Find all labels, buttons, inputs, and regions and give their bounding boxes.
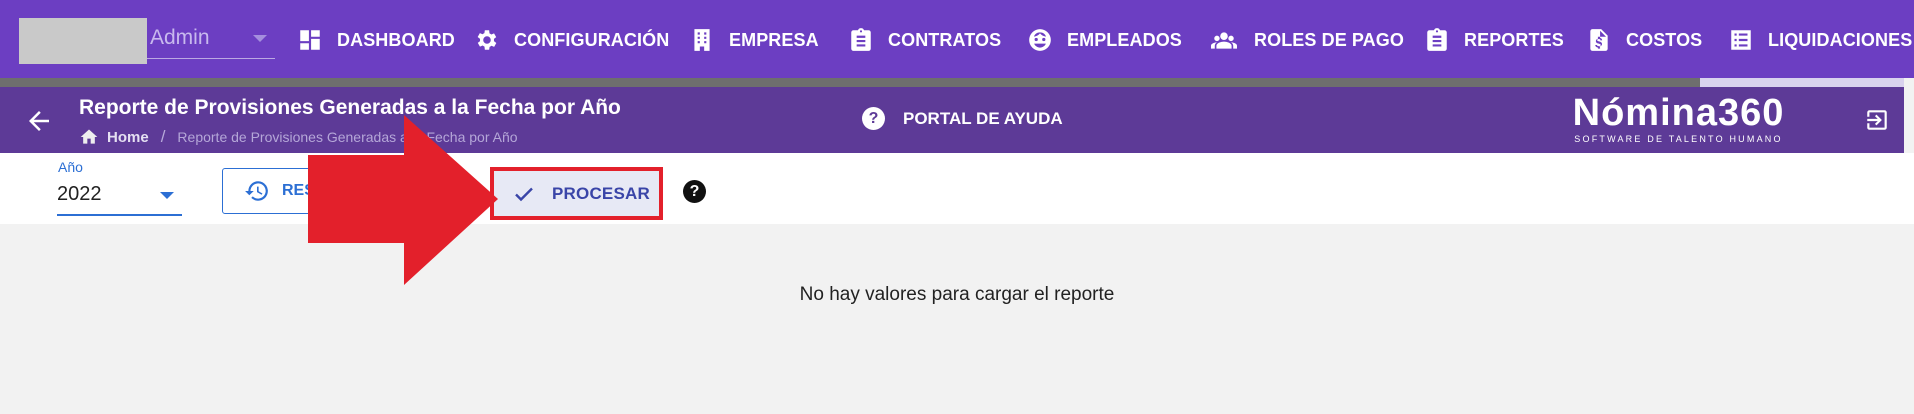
clipboard-icon — [851, 28, 871, 51]
nav-item-label: COSTOS — [1626, 29, 1703, 50]
top-navigation: Admin DASHBOARD CONFIGURACIÓN EMPRESA CO… — [0, 0, 1914, 78]
history-icon — [245, 181, 268, 201]
nav-item-roles-de-pago[interactable]: ROLES DE PAGO — [1208, 20, 1404, 60]
year-select-label: Año — [58, 159, 83, 175]
caret-down-icon — [253, 35, 267, 42]
help-portal-label: PORTAL DE AYUDA — [903, 108, 1063, 128]
process-button[interactable]: PROCESAR — [494, 171, 659, 216]
help-icon[interactable]: ? — [683, 180, 706, 203]
breadcrumb-home-link[interactable]: Home — [107, 129, 149, 146]
dashboard-icon — [300, 30, 320, 50]
nav-item-label: ROLES DE PAGO — [1254, 29, 1404, 50]
company-logo-placeholder — [19, 18, 147, 64]
nav-item-contratos[interactable]: CONTRATOS — [848, 20, 1001, 60]
home-icon — [80, 129, 98, 144]
annotation-arrow-icon — [308, 115, 498, 285]
company-select-value: Admin — [150, 26, 210, 49]
nav-item-reportes[interactable]: REPORTES — [1424, 20, 1564, 60]
nav-item-empleados[interactable]: EMPLEADOS — [1027, 20, 1182, 60]
nav-item-empresa[interactable]: EMPRESA — [689, 20, 819, 60]
nav-item-label: EMPRESA — [729, 29, 819, 50]
nav-item-label: DASHBOARD — [337, 29, 455, 50]
nav-item-label: CONTRATOS — [888, 29, 1002, 50]
nav-item-label: EMPLEADOS — [1067, 29, 1182, 50]
people-icon — [1211, 32, 1237, 49]
face-icon — [1029, 29, 1051, 51]
gear-icon — [477, 30, 497, 50]
company-select[interactable]: Admin — [147, 18, 275, 59]
logout-icon — [1867, 110, 1887, 130]
page-header: Reporte de Provisiones Generadas a la Fe… — [0, 87, 1904, 153]
question-circle-icon: ? — [862, 107, 885, 130]
help-portal-link[interactable]: ? PORTAL DE AYUDA — [862, 107, 1063, 130]
empty-report-message: No hay valores para cargar el reporte — [799, 284, 1115, 305]
nav-active-indicator — [1700, 78, 1904, 87]
year-select-value: 2022 — [57, 183, 102, 205]
check-icon — [515, 187, 533, 201]
nav-item-liquidaciones[interactable]: LIQUIDACIONES — [1728, 20, 1912, 60]
list-icon — [1731, 30, 1751, 50]
reset-button[interactable]: RES — [222, 168, 322, 214]
report-toolbar: Año 2022 RES PROCESAR ? — [0, 153, 1914, 224]
building-icon — [694, 29, 710, 51]
breadcrumb-separator: / — [160, 127, 166, 146]
nav-item-configuracion[interactable]: CONFIGURACIÓN — [474, 20, 669, 60]
process-button-label: PROCESAR — [552, 183, 650, 203]
back-button[interactable] — [24, 106, 54, 136]
nav-active-indicator-bar — [0, 78, 1904, 87]
nav-indicator-track — [0, 78, 1700, 87]
nav-item-label: CONFIGURACIÓN — [514, 29, 670, 50]
nav-item-dashboard[interactable]: DASHBOARD — [297, 20, 455, 60]
year-select[interactable]: Año 2022 — [57, 156, 182, 216]
brand-tagline: SOFTWARE DE TALENTO HUMANO — [1574, 134, 1783, 144]
invoice-dollar-icon — [1590, 29, 1608, 51]
brand-logo: Nómina360 SOFTWARE DE TALENTO HUMANO — [1566, 92, 1791, 145]
caret-down-icon — [160, 192, 174, 199]
nav-item-label: LIQUIDACIONES — [1768, 29, 1913, 50]
nav-item-costos[interactable]: COSTOS — [1586, 20, 1702, 60]
arrow-left-icon — [29, 111, 49, 131]
logout-button[interactable] — [1864, 107, 1890, 133]
brand-name: Nómina360 — [1572, 92, 1785, 134]
nav-item-label: REPORTES — [1464, 29, 1564, 50]
clipboard-icon — [1427, 28, 1447, 51]
